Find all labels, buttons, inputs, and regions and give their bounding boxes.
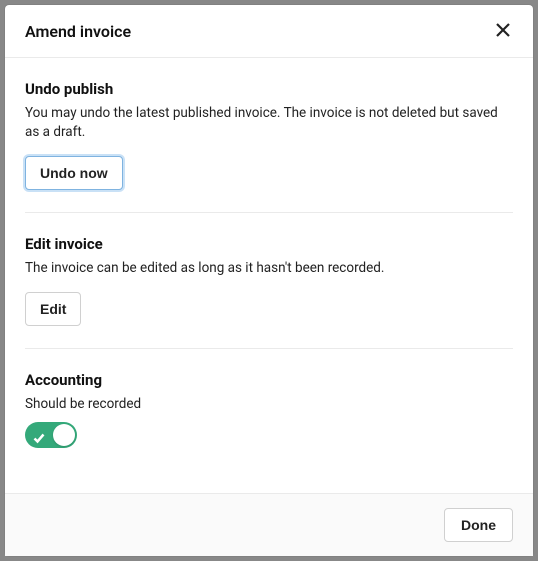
undo-publish-title: Undo publish xyxy=(25,80,513,98)
undo-publish-description: You may undo the latest published invoic… xyxy=(25,104,513,142)
modal-footer: Done xyxy=(5,493,533,556)
close-icon xyxy=(495,22,511,41)
modal-body: Undo publish You may undo the latest pub… xyxy=(5,58,533,493)
modal-title: Amend invoice xyxy=(25,22,131,41)
edit-invoice-section: Edit invoice The invoice can be edited a… xyxy=(25,213,513,349)
accounting-title: Accounting xyxy=(25,371,513,389)
toggle-knob xyxy=(53,424,75,446)
modal-header: Amend invoice xyxy=(5,5,533,58)
edit-button[interactable]: Edit xyxy=(25,292,81,326)
undo-now-button[interactable]: Undo now xyxy=(25,156,123,190)
accounting-description: Should be recorded xyxy=(25,395,513,414)
check-icon xyxy=(33,429,45,441)
undo-publish-section: Undo publish You may undo the latest pub… xyxy=(25,58,513,213)
amend-invoice-modal: Amend invoice Undo publish You may undo … xyxy=(5,5,533,556)
edit-invoice-description: The invoice can be edited as long as it … xyxy=(25,259,513,278)
accounting-toggle[interactable] xyxy=(25,422,77,448)
edit-invoice-title: Edit invoice xyxy=(25,235,513,253)
accounting-section: Accounting Should be recorded xyxy=(25,349,513,470)
close-button[interactable] xyxy=(493,21,513,41)
done-button[interactable]: Done xyxy=(444,508,513,542)
